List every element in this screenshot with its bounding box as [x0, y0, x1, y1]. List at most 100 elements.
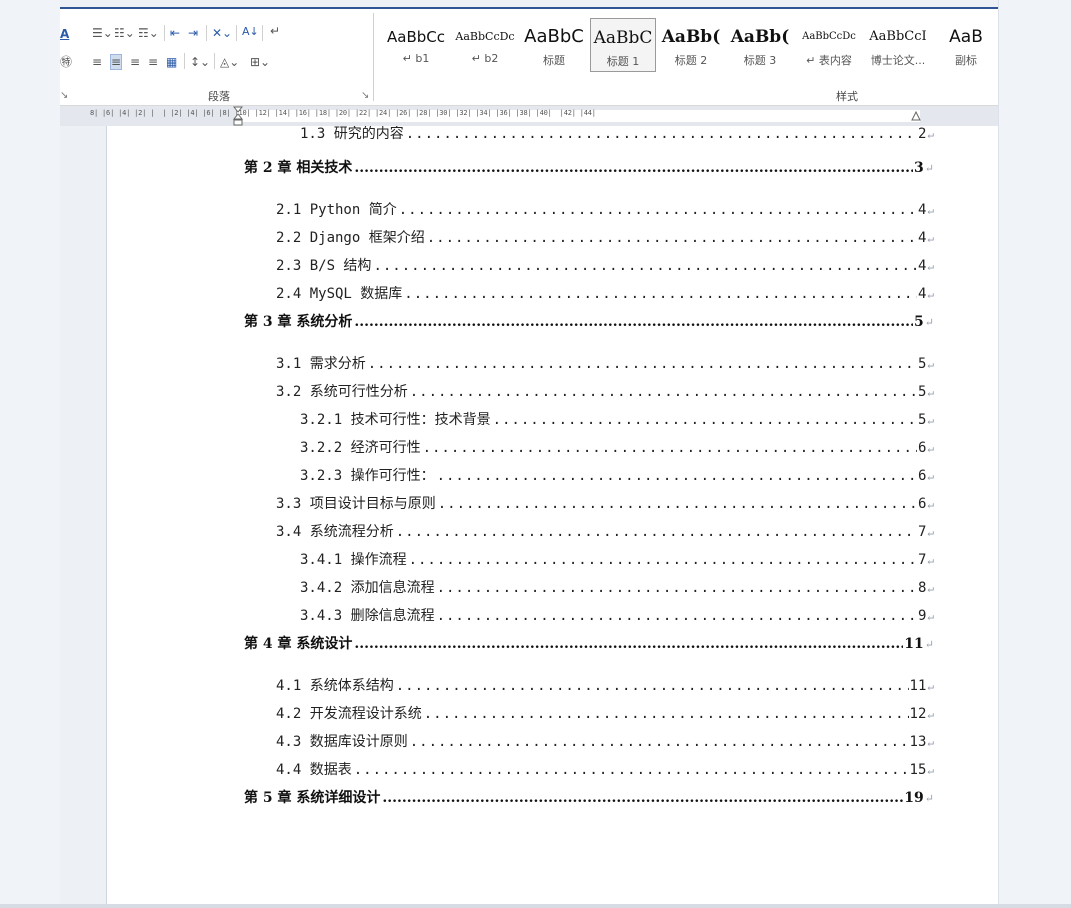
toc-page-number: 4 — [917, 286, 927, 302]
paragraph-group-label: 段落 — [208, 90, 230, 103]
toc-page-number: 11 — [904, 636, 924, 652]
right-indent-marker-icon[interactable] — [911, 110, 921, 122]
align-right-icon[interactable]: ≡ — [130, 55, 140, 69]
toc-leader-dots: ........................................… — [398, 202, 917, 218]
paragraph-mark-icon: ↵ — [924, 316, 934, 329]
toc-chapter-entry[interactable]: 第 2 章 相关技术..............................… — [244, 154, 934, 182]
style-item[interactable]: AaBbCcDc ↵ b2 — [452, 18, 518, 72]
paragraph-mark-icon: ↵ — [927, 232, 934, 245]
style-item[interactable]: AaBbC 标题 — [520, 18, 588, 72]
toc-section-entry[interactable]: 3.4 系统流程分析..............................… — [276, 518, 934, 546]
paragraph-mark-icon: ↵ — [927, 610, 934, 623]
toc-section-entry[interactable]: 4.2 开发流程设计系统............................… — [276, 700, 934, 728]
style-item[interactable]: AaBbC 标题 1 — [590, 18, 656, 72]
paragraph-mark-icon: ↵ — [927, 386, 934, 399]
toc-leader-dots: ........................................… — [354, 636, 904, 652]
toc-section-entry[interactable]: 3.4.2 添加信息流程............................… — [300, 574, 934, 602]
toc-chapter-entry[interactable]: 第 4 章 系统设计..............................… — [244, 630, 934, 658]
document-page[interactable]: 1.3 研究的内容...............................… — [107, 126, 998, 908]
separator — [164, 25, 165, 41]
style-label: ↵ b1 — [402, 52, 430, 65]
increase-indent-icon[interactable]: ⇥ — [188, 26, 198, 40]
indent-marker-icon[interactable] — [233, 106, 243, 126]
toc-section-entry[interactable]: 4.1 系统体系结构..............................… — [276, 672, 934, 700]
style-item[interactable]: AaBbCcDc ↵ 表内容 — [796, 18, 862, 72]
toc-page-number: 5 — [917, 356, 927, 372]
decrease-indent-icon[interactable]: ⇤ — [170, 26, 180, 40]
paragraph-mark-icon: ↵ — [927, 414, 934, 427]
toc-section-entry[interactable]: 3.4.1 操作流程..............................… — [300, 546, 934, 574]
phonetic-guide-icon[interactable]: ㊕ — [60, 55, 72, 69]
toc-section-entry[interactable]: 3.4.3 删除信息流程............................… — [300, 602, 934, 630]
char-border-icon[interactable]: A — [60, 27, 69, 41]
toc-leader-dots: ........................................… — [354, 314, 913, 330]
numbering-icon[interactable]: ☷⌄ — [114, 26, 135, 40]
align-left-icon[interactable]: ≡ — [92, 55, 102, 69]
toc-chapter-entry[interactable]: 第 5 章 系统详细设计............................… — [244, 784, 934, 812]
toc-section-entry[interactable]: 3.2.2 经济可行性.............................… — [300, 434, 934, 462]
toc-leader-dots: ........................................… — [422, 440, 917, 456]
bullets-icon[interactable]: ☰⌄ — [92, 26, 113, 40]
styles-group-label: 样式 — [836, 90, 858, 103]
toc-section-entry[interactable]: 3.3 项目设计目标与原则...........................… — [276, 490, 934, 518]
toc-section-entry[interactable]: 2.4 MySQL 数据库...........................… — [276, 280, 934, 308]
paragraph-mark-icon: ↵ — [927, 442, 934, 455]
toc-section-entry[interactable]: 3.2.1 技术可行性：技术背景........................… — [300, 406, 934, 434]
toc-section-entry[interactable]: 2.2 Django 框架介绍.........................… — [276, 224, 934, 252]
multilevel-list-icon[interactable]: ☶⌄ — [138, 26, 159, 40]
font-dialog-launcher-icon[interactable]: ↘ — [60, 90, 68, 101]
toc-chapter-entry[interactable]: 第 3 章 系统分析..............................… — [244, 308, 934, 336]
toc-section-entry[interactable]: 2.1 Python 简介...........................… — [276, 196, 934, 224]
paragraph-mark-icon: ↵ — [927, 470, 934, 483]
toc-section-entry[interactable]: 1.3 研究的内容...............................… — [300, 126, 934, 148]
shading-icon[interactable]: ◬⌄ — [220, 55, 239, 69]
toc-section-entry[interactable]: 3.1 需求分析................................… — [276, 350, 934, 378]
paragraph-dialog-launcher-icon[interactable]: ↘ — [361, 90, 369, 101]
distributed-icon[interactable]: ▦ — [166, 55, 177, 69]
toc-page-number: 4 — [917, 202, 927, 218]
toc-leader-dots: ........................................… — [408, 552, 917, 568]
paragraph-mark-icon: ↵ — [927, 128, 934, 141]
paragraph-mark-icon: ↵ — [927, 498, 934, 511]
toc-section-entry[interactable]: 3.2 系统可行性分析.............................… — [276, 378, 934, 406]
style-preview: AaBbCcDc — [455, 30, 515, 43]
toc-section-entry[interactable]: 4.3 数据库设计原则.............................… — [276, 728, 934, 756]
sort-icon[interactable]: A↓ — [242, 25, 259, 39]
justify-icon[interactable]: ≡ — [148, 55, 158, 69]
style-label: 标题 — [543, 54, 565, 67]
style-item[interactable]: AaBb(标题 3 — [726, 18, 794, 72]
toc-entry-text: 第 4 章 系统设计 — [244, 636, 353, 652]
toc-leader-dots: ........................................… — [382, 790, 904, 806]
show-marks-icon[interactable]: ↵ — [270, 24, 280, 38]
toc-entry-text: 2.4 MySQL 数据库 — [276, 286, 403, 302]
toc-page-number: 5 — [917, 412, 927, 428]
toc-page-number: 6 — [917, 468, 927, 484]
toc-leader-dots: ........................................… — [404, 286, 917, 302]
toc-leader-dots: ........................................… — [405, 126, 917, 142]
toc-leader-dots: ........................................… — [395, 524, 917, 540]
toc-leader-dots: ........................................… — [409, 734, 909, 750]
toc-entry-text: 1.3 研究的内容 — [300, 126, 404, 142]
align-center-icon[interactable]: ≡ — [110, 54, 123, 70]
separator — [206, 25, 207, 41]
toc-entry-text: 4.2 开发流程设计系统 — [276, 706, 422, 722]
borders-icon[interactable]: ⊞⌄ — [250, 55, 270, 69]
toc-section-entry[interactable]: 2.3 B/S 结构..............................… — [276, 252, 934, 280]
style-item[interactable]: AaBbCc ↵ b1 — [382, 18, 450, 72]
paragraph-mark-icon: ↵ — [927, 288, 934, 301]
toc-entry-text: 3.2 系统可行性分析 — [276, 384, 408, 400]
toc-leader-dots: ........................................… — [423, 706, 909, 722]
toc-entry-text: 4.3 数据库设计原则 — [276, 734, 408, 750]
horizontal-ruler[interactable]: 8| |6| |4| |2| | | |2| |4| |6| |8| |10| … — [60, 106, 998, 126]
chinese-layout-icon[interactable]: ✕⌄ — [212, 26, 232, 40]
style-item[interactable]: AaBbCcI 博士论文... — [864, 18, 932, 72]
separator — [214, 53, 215, 69]
toc-section-entry[interactable]: 4.4 数据表.................................… — [276, 756, 934, 784]
paragraph-mark-icon: ↵ — [924, 638, 934, 651]
line-spacing-icon[interactable]: ↕⌄ — [190, 55, 210, 69]
style-item[interactable]: AaB 副标 — [934, 18, 998, 72]
style-preview: AaBb( — [661, 27, 721, 47]
style-item[interactable]: AaBb(标题 2 — [658, 18, 724, 72]
toc-section-entry[interactable]: 3.2.3 操作可行性：............................… — [300, 462, 934, 490]
styles-gallery: AaBbCc ↵ b1 AaBbCcDc ↵ b2 AaBbC 标题 AaBbC 标题 1 Aa… — [382, 18, 998, 76]
